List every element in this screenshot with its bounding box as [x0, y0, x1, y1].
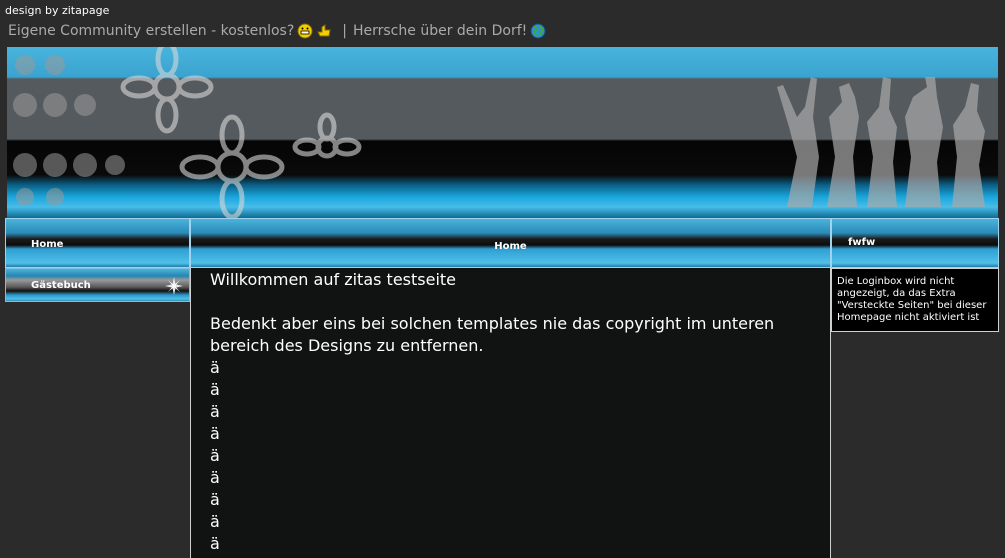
sidebar-item-label: Gästebuch [31, 280, 91, 291]
login-info-text: Die Loginbox wird nicht angezeigt, da da… [837, 276, 987, 323]
content-line: ä [210, 512, 220, 531]
sidebar-item-guestbook[interactable]: Gästebuch [5, 268, 190, 302]
promo-bar: Eigene Community erstellen - kostenlos? … [8, 23, 546, 39]
content-line: ä [210, 490, 220, 509]
star-icon [165, 277, 183, 295]
content-title-bar: Home [190, 218, 831, 268]
right-box-header: fwfw [831, 218, 999, 268]
sidebar-item-label: Home [31, 239, 64, 250]
header-banner [7, 47, 998, 218]
page-title: Home [494, 241, 527, 252]
content-line: ä [210, 534, 220, 553]
copyright-notice: Bedenkt aber eins bei solchen templates … [210, 314, 775, 355]
welcome-heading: Willkommen auf zitas testseite [210, 270, 457, 289]
content-line: ä [210, 358, 220, 377]
globe-icon [530, 23, 546, 39]
content-line: ä [210, 402, 220, 421]
right-box-title: fwfw [848, 237, 876, 248]
grinning-face-icon [297, 23, 313, 39]
thumbs-up-hand-icon [317, 24, 331, 37]
content-line: ä [210, 424, 220, 443]
main-content: Willkommen auf zitas testseite Bedenkt a… [190, 268, 831, 558]
banner-artwork [13, 47, 985, 218]
content-line: ä [210, 380, 220, 399]
sidebar-item-home[interactable]: Home [5, 218, 190, 268]
design-credit: design by zitapage [5, 4, 110, 17]
village-game-link[interactable]: Herrsche über dein Dorf! [353, 23, 527, 39]
content-line: ä [210, 468, 220, 487]
login-info-box: Die Loginbox wird nicht angezeigt, da da… [831, 268, 999, 332]
content-line: ä [210, 446, 220, 465]
promo-separator: | [342, 23, 347, 39]
community-link[interactable]: Eigene Community erstellen - kostenlos? [8, 23, 294, 39]
